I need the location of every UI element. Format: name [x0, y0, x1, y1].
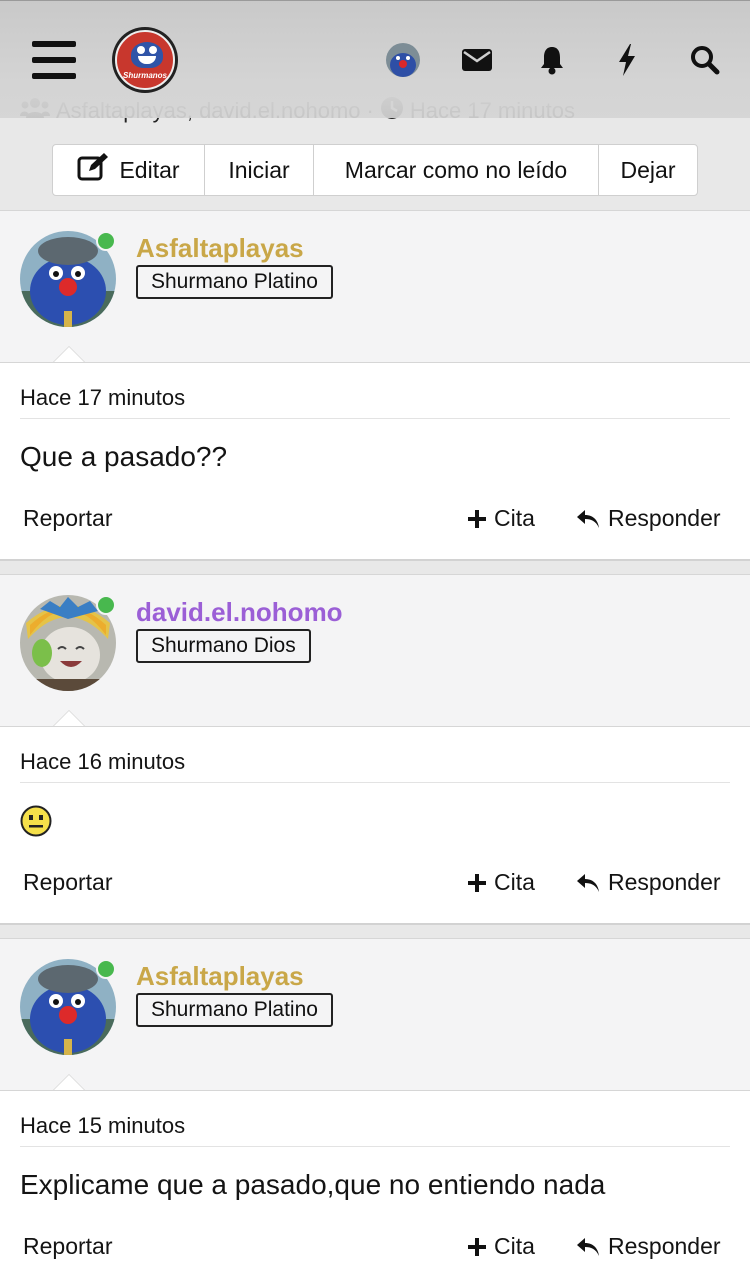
- post-pointer: [52, 710, 86, 727]
- quote-button[interactable]: Cita: [468, 505, 535, 532]
- post-body: Hace 15 minutos Explicame que a pasado,q…: [0, 1090, 750, 1262]
- envelope-icon[interactable]: [460, 43, 494, 77]
- post-header: Asfaltaplayas Shurmano Platino: [0, 938, 750, 1091]
- search-icon[interactable]: [688, 43, 722, 77]
- post-time[interactable]: Hace 15 minutos: [20, 1091, 730, 1147]
- quote-button[interactable]: Cita: [468, 869, 535, 896]
- plus-icon: [468, 873, 486, 892]
- post-pointer: [52, 346, 86, 363]
- neutral-face-emoji: [20, 805, 52, 837]
- quote-label: Cita: [494, 505, 535, 531]
- online-status-indicator: [96, 959, 116, 979]
- reply-label: Responder: [608, 1233, 721, 1259]
- reply-label: Responder: [608, 869, 721, 895]
- post-body: Hace 16 minutos Reportar Cita Responder: [0, 726, 750, 925]
- leave-button-label: Dejar: [620, 156, 676, 183]
- post: david.el.nohomo Shurmano Dios Hace 16 mi…: [0, 574, 750, 925]
- reply-button[interactable]: Responder: [576, 1233, 721, 1260]
- edit-button[interactable]: Editar: [53, 145, 205, 195]
- site-logo[interactable]: Shurmanos: [112, 27, 178, 93]
- post-body: Hace 17 minutos Que a pasado?? Reportar …: [0, 362, 750, 561]
- quote-button[interactable]: Cita: [468, 1233, 535, 1260]
- post-header: david.el.nohomo Shurmano Dios: [0, 574, 750, 727]
- report-link[interactable]: Reportar: [23, 1233, 112, 1260]
- post-content: [0, 783, 750, 865]
- report-link[interactable]: Reportar: [23, 505, 112, 532]
- top-navigation-bar: Shurmanos: [0, 0, 750, 118]
- post: Asfaltaplayas Shurmano Platino Hace 15 m…: [0, 938, 750, 1262]
- edit-button-label: Editar: [119, 156, 180, 183]
- reply-icon: [577, 1237, 599, 1256]
- leave-button[interactable]: Dejar: [599, 145, 697, 195]
- reply-label: Responder: [608, 505, 721, 531]
- post: Asfaltaplayas Shurmano Platino Hace 17 m…: [0, 210, 750, 561]
- bolt-icon[interactable]: [610, 43, 644, 77]
- post-time[interactable]: Hace 17 minutos: [20, 363, 730, 419]
- bell-icon[interactable]: [535, 43, 569, 77]
- post-footer: Reportar Cita Responder: [0, 501, 750, 559]
- post-header: Asfaltaplayas Shurmano Platino: [0, 210, 750, 363]
- post-content: Que a pasado??: [20, 441, 228, 472]
- username[interactable]: Asfaltaplayas: [136, 233, 304, 264]
- reply-button[interactable]: Responder: [576, 505, 721, 532]
- rank-badge: Shurmano Platino: [136, 265, 333, 299]
- thread-action-bar: Editar Iniciar Marcar como no leído Deja…: [52, 144, 698, 196]
- reply-icon: [577, 509, 599, 528]
- mark-unread-button[interactable]: Marcar como no leído: [314, 145, 599, 195]
- reply-icon: [577, 873, 599, 892]
- online-status-indicator: [96, 231, 116, 251]
- edit-icon: [77, 153, 109, 187]
- reply-button[interactable]: Responder: [576, 869, 721, 896]
- report-link[interactable]: Reportar: [23, 869, 112, 896]
- post-time[interactable]: Hace 16 minutos: [20, 727, 730, 783]
- username[interactable]: Asfaltaplayas: [136, 961, 304, 992]
- post-footer: Reportar Cita Responder: [0, 865, 750, 923]
- rank-badge: Shurmano Platino: [136, 993, 333, 1027]
- plus-icon: [468, 1237, 486, 1256]
- start-button[interactable]: Iniciar: [205, 145, 314, 195]
- post-content: Explicame que a pasado,que no entiendo n…: [20, 1169, 606, 1200]
- rank-badge: Shurmano Dios: [136, 629, 311, 663]
- user-avatar-icon[interactable]: [386, 43, 420, 77]
- username[interactable]: david.el.nohomo: [136, 597, 343, 628]
- quote-label: Cita: [494, 1233, 535, 1259]
- hamburger-menu-icon[interactable]: [32, 41, 76, 79]
- start-button-label: Iniciar: [228, 156, 290, 183]
- online-status-indicator: [96, 595, 116, 615]
- mark-unread-button-label: Marcar como no leído: [344, 156, 568, 183]
- quote-label: Cita: [494, 869, 535, 895]
- post-pointer: [52, 1074, 86, 1091]
- post-footer: Reportar Cita Responder: [0, 1229, 750, 1262]
- plus-icon: [468, 509, 486, 528]
